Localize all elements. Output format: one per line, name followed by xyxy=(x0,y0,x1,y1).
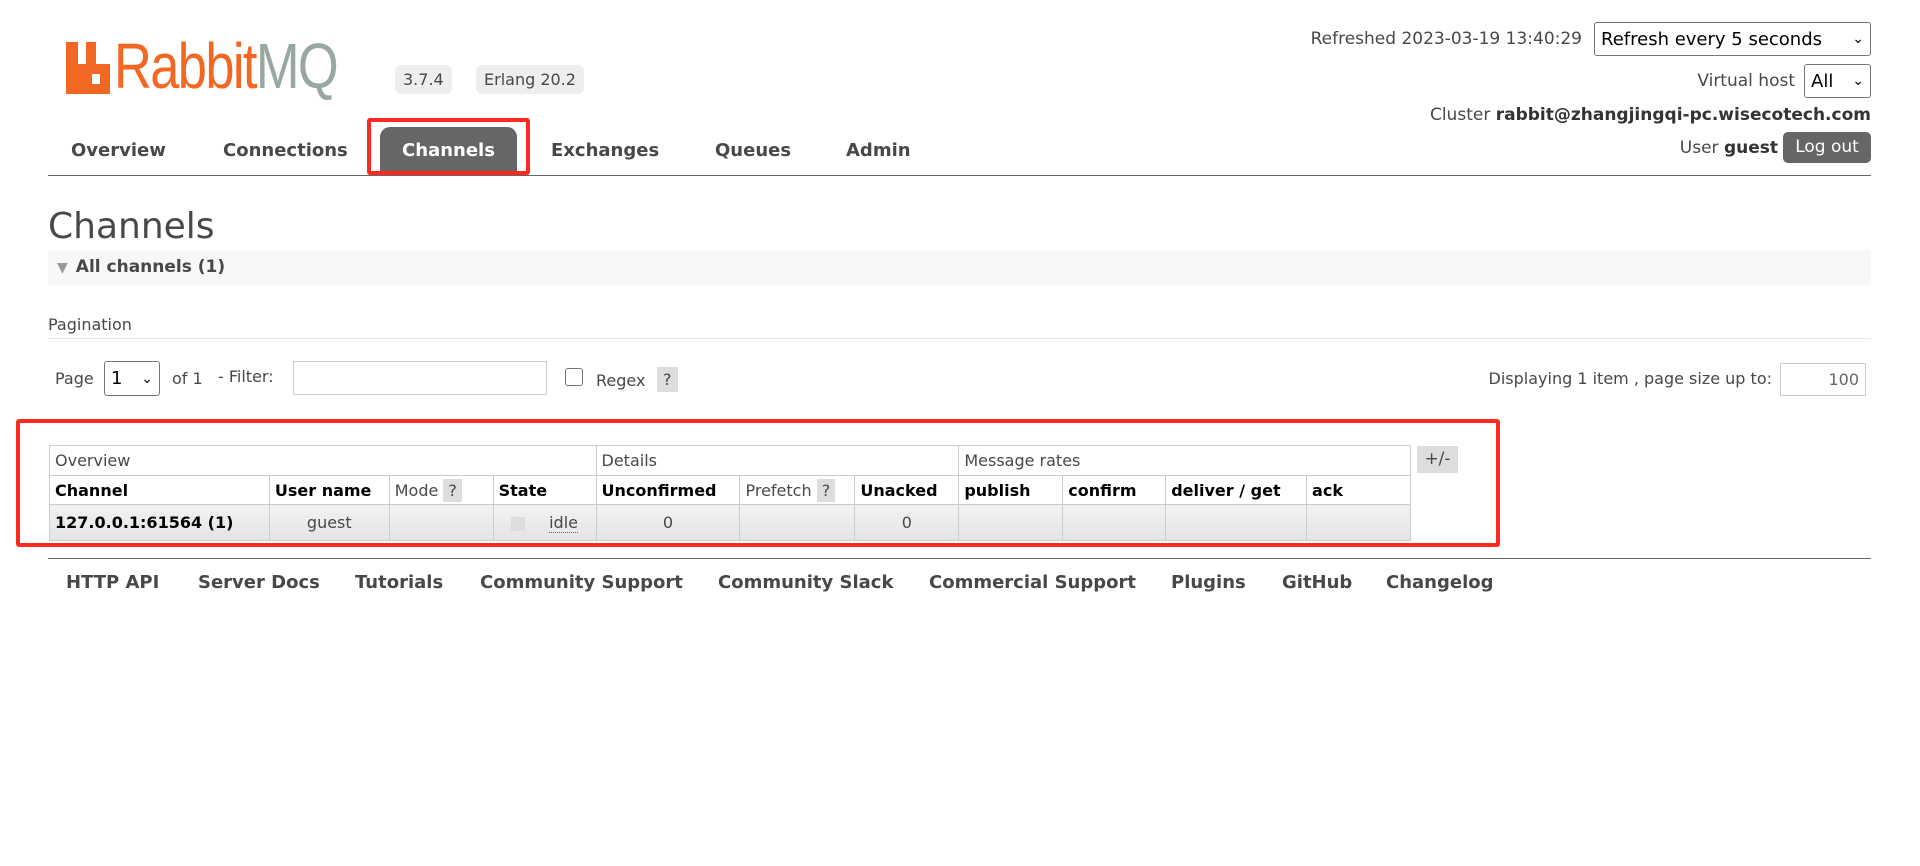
state-value: idle xyxy=(549,513,578,533)
col-channel[interactable]: Channel xyxy=(49,475,270,505)
col-unacked[interactable]: Unacked xyxy=(854,475,960,505)
filter-label: - Filter: xyxy=(218,367,274,386)
page-of-label: of 1 xyxy=(172,369,203,388)
refresh-interval-select[interactable]: Refresh every 5 seconds ⌄ xyxy=(1594,22,1871,56)
col-confirm[interactable]: confirm xyxy=(1062,475,1167,505)
regex-help-button[interactable]: ? xyxy=(657,367,678,392)
cell-ack xyxy=(1306,504,1411,541)
tab-connections[interactable]: Connections xyxy=(223,127,348,175)
cluster-info: Cluster rabbit@zhangjingqi-pc.wisecotech… xyxy=(1430,105,1871,125)
col-prefetch[interactable]: Prefetch ? xyxy=(739,475,856,505)
col-state[interactable]: State xyxy=(492,475,597,505)
channels-table: Overview Details Message rates Channel U… xyxy=(49,445,1411,541)
section-title: All channels (1) xyxy=(75,257,226,277)
tab-overview[interactable]: Overview xyxy=(71,127,166,175)
rabbitmq-logo: RabbitMQ xyxy=(66,34,386,98)
user-info: User guest xyxy=(1680,138,1778,158)
col-prefetch-label: Prefetch xyxy=(745,480,812,500)
version-badge: 3.7.4 xyxy=(395,65,452,94)
nav-divider xyxy=(48,175,1871,176)
cell-state: idle xyxy=(492,504,597,541)
page-select-value: 1 xyxy=(111,368,123,389)
group-details: Details xyxy=(595,445,960,476)
refreshed-label: Refreshed 2023-03-19 13:40:29 xyxy=(1310,29,1582,49)
footer-link-community-support[interactable]: Community Support xyxy=(480,572,683,593)
vhost-select[interactable]: All ⌄ xyxy=(1804,64,1871,98)
pagination-divider xyxy=(48,338,1871,339)
user-name: guest xyxy=(1723,138,1778,158)
triangle-down-icon: ▼ xyxy=(57,260,68,276)
displaying-label: Displaying 1 item , page size up to: xyxy=(1488,369,1772,388)
cell-unconfirmed: 0 xyxy=(595,504,741,541)
page-title: Channels xyxy=(48,206,215,247)
user-label: User xyxy=(1679,138,1719,158)
footer-link-plugins[interactable]: Plugins xyxy=(1171,572,1246,593)
regex-label: Regex xyxy=(596,371,646,390)
col-ack[interactable]: ack xyxy=(1306,475,1411,505)
highlight-box-tab xyxy=(367,118,530,175)
vhost-select-value: All xyxy=(1811,70,1834,92)
cell-deliver-get xyxy=(1165,504,1308,541)
prefetch-help-button[interactable]: ? xyxy=(816,478,836,502)
table-row: 127.0.0.1:61564 (1) guest idle 0 0 xyxy=(49,504,1411,541)
tab-queues[interactable]: Queues xyxy=(715,127,791,175)
chevron-down-icon: ⌄ xyxy=(1852,31,1864,47)
page-select[interactable]: 1 ⌄ xyxy=(104,361,160,396)
cell-prefetch xyxy=(739,504,856,541)
footer-link-community-slack[interactable]: Community Slack xyxy=(718,572,893,593)
cell-unacked: 0 xyxy=(854,504,960,541)
footer-link-changelog[interactable]: Changelog xyxy=(1386,572,1494,593)
cell-mode xyxy=(388,504,494,541)
logout-button[interactable]: Log out xyxy=(1783,132,1871,163)
col-mode-label: Mode xyxy=(394,480,439,500)
vhost-label: Virtual host xyxy=(1697,71,1795,91)
group-message-rates: Message rates xyxy=(958,445,1411,476)
pagination-label: Pagination xyxy=(48,315,132,334)
channel-link[interactable]: 127.0.0.1:61564 (1) xyxy=(49,504,270,541)
tab-admin[interactable]: Admin xyxy=(846,127,911,175)
chevron-down-icon: ⌄ xyxy=(1852,73,1864,89)
col-mode[interactable]: Mode ? xyxy=(388,475,494,505)
section-toggle-all-channels[interactable]: ▼ All channels (1) xyxy=(48,250,1871,285)
cell-user: guest xyxy=(268,504,390,541)
tab-exchanges[interactable]: Exchanges xyxy=(551,127,659,175)
cluster-label: Cluster xyxy=(1429,105,1491,125)
footer-link-github[interactable]: GitHub xyxy=(1282,572,1352,593)
cluster-name: rabbit@zhangjingqi-pc.wisecotech.com xyxy=(1495,105,1871,125)
col-unconfirmed[interactable]: Unconfirmed xyxy=(595,475,741,505)
page-size-input[interactable] xyxy=(1780,363,1866,396)
chevron-down-icon: ⌄ xyxy=(141,370,153,387)
col-deliver-get[interactable]: deliver / get xyxy=(1165,475,1308,505)
refresh-select-value: Refresh every 5 seconds xyxy=(1601,28,1823,50)
col-publish[interactable]: publish xyxy=(958,475,1064,505)
footer-link-commercial-support[interactable]: Commercial Support xyxy=(929,572,1136,593)
erlang-badge: Erlang 20.2 xyxy=(476,65,584,94)
state-indicator-icon xyxy=(511,516,526,531)
columns-toggle-button[interactable]: +/- xyxy=(1417,446,1458,473)
cell-confirm xyxy=(1062,504,1167,541)
footer-link-tutorials[interactable]: Tutorials xyxy=(355,572,443,593)
page-label: Page xyxy=(55,369,94,388)
mode-help-button[interactable]: ? xyxy=(443,478,462,502)
col-user-name[interactable]: User name xyxy=(268,475,390,505)
cell-publish xyxy=(958,504,1064,541)
regex-checkbox[interactable] xyxy=(565,368,583,386)
rabbit-logo-icon xyxy=(66,42,110,94)
footer-divider xyxy=(48,558,1871,559)
footer-link-server-docs[interactable]: Server Docs xyxy=(198,572,320,593)
footer-link-http-api[interactable]: HTTP API xyxy=(66,572,159,593)
filter-input[interactable] xyxy=(293,361,547,395)
group-overview: Overview xyxy=(49,445,597,476)
